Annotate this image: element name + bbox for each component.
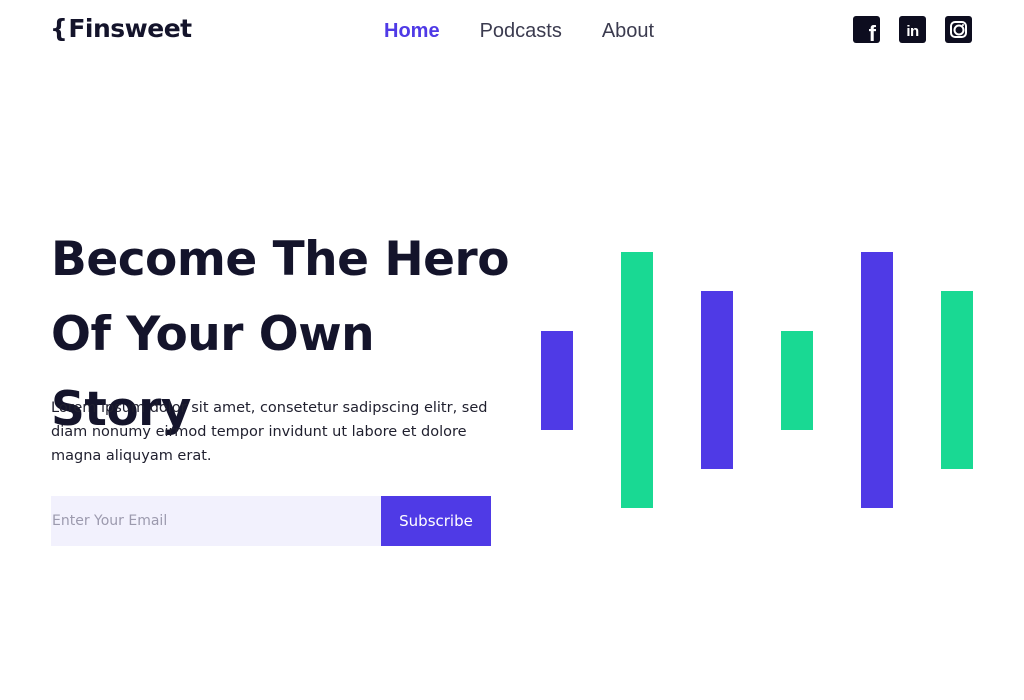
wave-bar <box>621 252 653 508</box>
wave-bar <box>781 331 813 430</box>
nav-item-about[interactable]: About <box>602 19 654 43</box>
wave-bar <box>861 252 893 508</box>
wave-bar <box>941 291 973 469</box>
landing-page: {Finsweet Home Podcasts About f in Becom… <box>0 0 1024 700</box>
linkedin-icon[interactable]: in <box>899 16 926 43</box>
linkedin-glyph: in <box>906 22 919 40</box>
social-links: f in <box>853 16 972 46</box>
subscribe-form: Subscribe <box>51 496 491 546</box>
instagram-icon[interactable] <box>945 16 972 43</box>
instagram-glyph <box>950 21 967 38</box>
nav-item-podcasts[interactable]: Podcasts <box>480 19 562 43</box>
logo-brace: { <box>50 14 68 43</box>
brand-logo[interactable]: {Finsweet <box>50 14 192 43</box>
facebook-icon[interactable]: f <box>853 16 880 46</box>
subscribe-button[interactable]: Subscribe <box>381 496 491 546</box>
email-input[interactable] <box>51 496 381 546</box>
main-nav: Home Podcasts About <box>384 19 694 43</box>
hero-title-line1: Become The Hero <box>51 232 510 287</box>
facebook-glyph: f <box>868 21 876 46</box>
wave-bar <box>701 291 733 469</box>
hero-description: Lorem ipsum dolor sit amet, consetetur s… <box>51 400 488 464</box>
nav-item-home[interactable]: Home <box>384 19 440 43</box>
wave-bar <box>541 331 573 430</box>
logo-text: Finsweet <box>68 14 192 43</box>
